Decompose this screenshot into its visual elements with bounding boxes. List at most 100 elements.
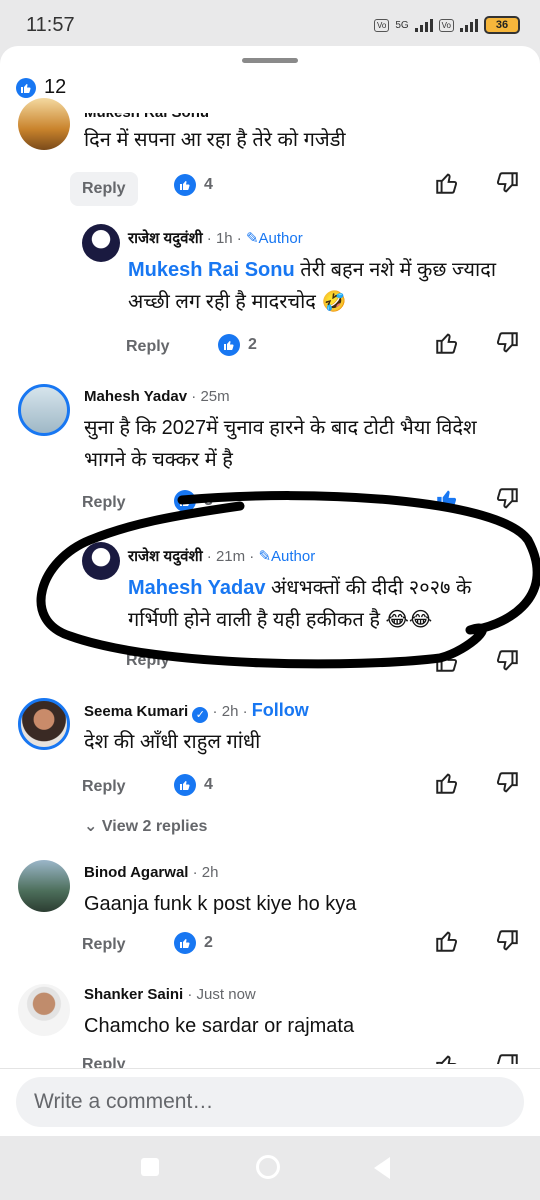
comment-composer: Write a comment… bbox=[0, 1068, 540, 1136]
avatar[interactable] bbox=[18, 384, 70, 436]
reply-button[interactable]: Reply bbox=[114, 644, 182, 678]
reply-button[interactable]: Reply bbox=[70, 770, 138, 804]
avatar[interactable] bbox=[18, 698, 70, 750]
like-count: 2 bbox=[248, 336, 257, 353]
like-count: 4 bbox=[204, 176, 213, 193]
like-count: 2 bbox=[204, 934, 213, 951]
avatar[interactable] bbox=[18, 860, 70, 912]
comment-text-line: तेरी बहन नशे में कुछ ज्यादा bbox=[294, 259, 497, 281]
like-icon bbox=[174, 774, 196, 796]
author-badge: ✎Author bbox=[245, 230, 303, 247]
like-filled-icon[interactable] bbox=[434, 486, 460, 512]
avatar[interactable] bbox=[18, 984, 70, 1036]
like-count: 3 bbox=[204, 492, 213, 509]
comment-like-count[interactable]: 4 bbox=[174, 174, 213, 196]
comment-text: Chamcho ke sardar or rajmata bbox=[84, 1015, 355, 1037]
volte-icon: Vo bbox=[373, 18, 390, 32]
drag-handle[interactable] bbox=[242, 58, 298, 63]
comment-time: · 2h bbox=[188, 864, 219, 881]
commenter-name[interactable]: राजेश यदुवंशी bbox=[128, 548, 203, 565]
dislike-outline-icon[interactable] bbox=[494, 928, 520, 954]
comment-like-count[interactable]: 4 bbox=[174, 774, 213, 796]
comment-time: · 1h · bbox=[202, 230, 246, 247]
comment-text-line: अंधभक्तों की दीदी २०२७ के bbox=[265, 577, 472, 599]
system-nav-bar bbox=[0, 1136, 540, 1200]
like-icon bbox=[218, 334, 240, 356]
comment-text: सुना है कि 2027में चुनाव हारने के बाद टो… bbox=[84, 412, 477, 476]
commenter-name-line: Shanker Saini · Just now bbox=[84, 986, 256, 1003]
commenter-name-line: Binod Agarwal · 2h bbox=[84, 864, 218, 881]
like-outline-icon[interactable] bbox=[434, 170, 460, 196]
recents-icon[interactable] bbox=[141, 1158, 159, 1176]
comment-text: Gaanja funk k post kiye ho kya bbox=[84, 893, 357, 915]
status-bar: 11:57 Vo 5G Vo 36 bbox=[0, 0, 540, 50]
like-icon bbox=[16, 77, 36, 98]
comment-text-line: भागने के चक्कर में है bbox=[84, 449, 233, 471]
like-icon bbox=[174, 490, 196, 512]
comment-time: · 25m bbox=[187, 388, 230, 405]
like-outline-icon[interactable] bbox=[434, 330, 460, 356]
comment-text: दिन में सपना आ रहा है तेरे को गजेडी bbox=[84, 129, 346, 151]
like-count: 4 bbox=[204, 776, 213, 793]
commenter-name[interactable]: Binod Agarwal bbox=[84, 864, 188, 881]
comments-sheet: 12 Mukesh Rai Sonu दिन में सपना आ रहा है… bbox=[0, 46, 540, 1136]
reply-button[interactable]: Reply bbox=[114, 330, 182, 364]
dislike-outline-icon[interactable] bbox=[494, 486, 520, 512]
signal-icon bbox=[414, 18, 433, 32]
view-replies-label: View 2 replies bbox=[101, 818, 208, 835]
comment-like-count[interactable]: 2 bbox=[174, 932, 213, 954]
comment-time: · 2h · bbox=[208, 703, 252, 720]
home-icon[interactable] bbox=[256, 1155, 280, 1179]
status-icons: Vo 5G Vo 36 bbox=[373, 16, 520, 34]
commenter-name-line: राजेश यदुवंशी · 1h · ✎Author bbox=[128, 228, 303, 248]
comment-text: Mahesh Yadav अंधभक्तों की दीदी २०२७ के ग… bbox=[128, 572, 471, 636]
commenter-name-line: Seema Kumari ✓ · 2h · Follow bbox=[84, 700, 309, 723]
commenter-name[interactable]: Shanker Saini bbox=[84, 986, 183, 1003]
dislike-outline-icon[interactable] bbox=[494, 648, 520, 674]
comment-text: देश की आँधी राहुल गांधी bbox=[84, 731, 261, 753]
view-replies-link[interactable]: ⌄ View 2 replies bbox=[84, 816, 207, 836]
avatar[interactable] bbox=[18, 98, 70, 150]
reply-button[interactable]: Reply bbox=[70, 172, 138, 206]
network-label: 5G bbox=[395, 19, 409, 31]
commenter-name[interactable]: Mahesh Yadav bbox=[84, 388, 187, 405]
like-icon bbox=[174, 174, 196, 196]
dislike-outline-icon[interactable] bbox=[494, 330, 520, 356]
commenter-name[interactable]: Mukesh Rai Sonu bbox=[84, 113, 209, 121]
reply-button[interactable]: Reply bbox=[70, 928, 138, 962]
signal-icon-2 bbox=[460, 18, 478, 32]
like-outline-icon[interactable] bbox=[434, 648, 460, 674]
commenter-name[interactable]: राजेश यदुवंशी bbox=[128, 230, 203, 247]
avatar[interactable] bbox=[82, 542, 120, 580]
comment-time: · 21m · bbox=[202, 548, 259, 565]
comment-time: · Just now bbox=[183, 986, 256, 1003]
comment-text-line: गर्भिणी होने वाली है यही हकीकत है 😂😂 bbox=[128, 609, 433, 631]
comment-like-count[interactable]: 2 bbox=[218, 334, 257, 356]
comment-like-count[interactable]: 3 bbox=[174, 490, 213, 512]
post-like-summary[interactable]: 12 bbox=[16, 76, 66, 99]
comment-text-line: अच्छी लग रही है मादरचोद 🤣 bbox=[128, 291, 347, 313]
comment-text-line: सुना है कि 2027में चुनाव हारने के बाद टो… bbox=[84, 417, 477, 439]
like-icon bbox=[174, 932, 196, 954]
follow-button[interactable]: Follow bbox=[252, 700, 309, 720]
dislike-outline-icon[interactable] bbox=[494, 770, 520, 796]
commenter-name-line: Mahesh Yadav · 25m bbox=[84, 388, 230, 405]
comment-text: Mukesh Rai Sonu तेरी बहन नशे में कुछ ज्य… bbox=[128, 254, 496, 318]
verified-badge-icon: ✓ bbox=[192, 707, 209, 723]
comment-input[interactable]: Write a comment… bbox=[16, 1077, 524, 1127]
avatar[interactable] bbox=[82, 224, 120, 262]
author-label: Author bbox=[271, 548, 316, 565]
commenter-name[interactable]: Seema Kumari bbox=[84, 703, 188, 720]
author-badge: ✎Author bbox=[258, 548, 316, 565]
mention-link[interactable]: Mahesh Yadav bbox=[128, 577, 265, 599]
clock: 11:57 bbox=[26, 14, 75, 36]
like-outline-icon[interactable] bbox=[434, 928, 460, 954]
volte-icon-2: Vo bbox=[438, 18, 454, 32]
reply-button[interactable]: Reply bbox=[70, 486, 138, 520]
dislike-outline-icon[interactable] bbox=[494, 170, 520, 196]
commenter-name-line: राजेश यदुवंशी · 21m · ✎Author bbox=[128, 546, 315, 566]
back-icon[interactable] bbox=[374, 1157, 390, 1179]
author-label: Author bbox=[258, 230, 303, 247]
mention-link[interactable]: Mukesh Rai Sonu bbox=[128, 259, 295, 281]
like-outline-icon[interactable] bbox=[434, 770, 460, 796]
